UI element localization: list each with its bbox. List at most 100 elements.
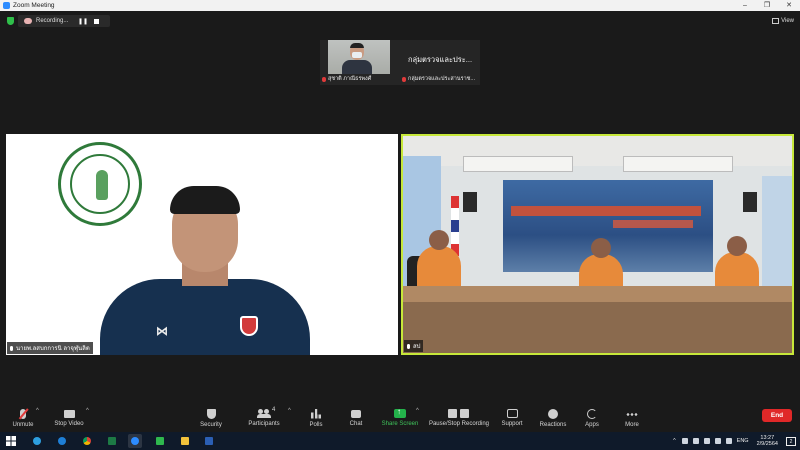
language-indicator[interactable]: ENG	[737, 438, 749, 444]
notification-center-icon[interactable]: 2	[786, 436, 796, 446]
speaker-shirt	[100, 279, 310, 355]
recording-icon	[24, 18, 32, 24]
participants-label: Participants	[248, 421, 280, 427]
end-meeting-button[interactable]: End	[762, 409, 792, 422]
word-icon[interactable]	[202, 434, 216, 448]
mic-off-icon	[20, 408, 26, 419]
pause-stop-icon	[448, 409, 470, 418]
seated-person-head	[429, 230, 449, 250]
mic-icon	[10, 345, 13, 351]
mic-icon	[407, 343, 410, 349]
unmute-button[interactable]: Unmute	[10, 404, 36, 432]
pause-stop-recording-label: Pause/Stop Recording	[428, 421, 490, 427]
support-icon	[506, 409, 518, 418]
grid-view-icon	[772, 18, 780, 24]
video-tile-right-active[interactable]: สป	[401, 134, 794, 355]
participants-button[interactable]: Participants	[246, 404, 282, 432]
participant-thumbnail[interactable]: กลุ่มตรวจและประ... กลุ่มตรวจและประสานราช…	[400, 40, 480, 85]
excel-icon[interactable]	[105, 434, 119, 448]
video-options-caret[interactable]: ^	[86, 408, 89, 414]
participant-display-title: กลุ่มตรวจและประ...	[407, 55, 473, 64]
wall-speaker	[463, 192, 477, 212]
chat-button[interactable]: Chat	[344, 404, 368, 432]
windows-start-icon[interactable]	[6, 436, 16, 446]
apps-label: Apps	[585, 421, 599, 428]
stop-recording-icon[interactable]	[94, 18, 100, 24]
room-window	[762, 176, 792, 286]
video-camera-icon	[63, 409, 75, 418]
window-titlebar: Zoom Meeting – ❐ ✕	[0, 0, 800, 11]
air-conditioner	[623, 156, 733, 172]
pause-stop-recording-button[interactable]: Pause/Stop Recording	[428, 404, 490, 432]
seated-person-head	[591, 238, 611, 258]
video-name: นายพ.ลสบกการนิ ลาจุฬุนลิต	[16, 346, 90, 352]
participants-icon	[257, 409, 271, 418]
banner-stripe	[511, 206, 701, 216]
video-tile-left[interactable]: ⋈ นายพ.ลสบกการนิ ลาจุฬุนลิต	[6, 134, 398, 355]
participant-name: สุชาติ ภาณีธรพงศ์	[328, 76, 372, 82]
minimize-button[interactable]: –	[734, 0, 756, 11]
audio-options-caret[interactable]: ^	[36, 408, 39, 414]
participant-name-label: กลุ่มตรวจและประสานราช...	[402, 75, 478, 83]
taskbar-clock[interactable]: 13:27 2/9/2564	[757, 435, 778, 448]
participant-name-label: สุชาติ ภาณีธรพงศ์	[322, 75, 398, 83]
support-button[interactable]: Support	[498, 404, 526, 432]
stop-video-label: Stop Video	[54, 420, 84, 427]
participant-hair	[350, 43, 364, 48]
polls-label: Polls	[309, 421, 323, 428]
participant-thumbnail[interactable]: สุชาติ ภาณีธรพงศ์	[320, 40, 400, 85]
zoom-taskbar-icon[interactable]	[128, 434, 142, 448]
reactions-smiley-icon	[548, 408, 558, 419]
shield-icon[interactable]	[7, 17, 14, 25]
close-button[interactable]: ✕	[778, 0, 800, 11]
security-button[interactable]: Security	[196, 404, 226, 432]
line-app-icon[interactable]	[153, 434, 167, 448]
edge-browser-icon[interactable]	[30, 434, 44, 448]
share-options-caret[interactable]: ^	[416, 408, 419, 414]
view-button[interactable]: View	[772, 16, 794, 26]
mic-muted-icon	[402, 76, 406, 82]
recording-indicator: Recording... ❚❚	[18, 15, 110, 27]
polls-button[interactable]: Polls	[304, 404, 328, 432]
more-dots-icon	[626, 412, 638, 416]
speaker-hair	[170, 186, 240, 214]
tray-app-icon[interactable]	[692, 438, 699, 444]
room-ceiling	[403, 136, 792, 166]
windows-taskbar: ^ ENG 13:27 2/9/2564 2	[0, 432, 800, 450]
pause-recording-icon[interactable]: ❚❚	[78, 18, 88, 25]
more-button[interactable]: More	[620, 404, 644, 432]
reactions-label: Reactions	[539, 421, 567, 428]
tray-expand-icon[interactable]: ^	[673, 438, 676, 444]
seated-person-head	[727, 236, 747, 256]
file-explorer-icon[interactable]	[178, 434, 192, 448]
reactions-button[interactable]: Reactions	[538, 404, 568, 432]
chrome-icon[interactable]	[80, 434, 94, 448]
view-button-label: View	[781, 18, 794, 24]
shirt-logo: ⋈	[156, 324, 168, 338]
wall-speaker	[743, 192, 757, 212]
network-icon[interactable]	[703, 438, 710, 444]
apps-button[interactable]: Apps	[580, 404, 604, 432]
participants-options-caret[interactable]: ^	[288, 408, 291, 414]
unmute-label: Unmute	[12, 421, 34, 428]
participant-video	[328, 40, 390, 74]
edge-legacy-icon[interactable]	[55, 434, 69, 448]
share-screen-button[interactable]: Share Screen	[381, 404, 419, 432]
maximize-button[interactable]: ❐	[756, 0, 778, 11]
tray-app-icon[interactable]	[681, 438, 688, 444]
chat-bubble-icon	[351, 409, 361, 418]
share-screen-label: Share Screen	[381, 421, 419, 427]
notification-count: 2	[789, 438, 793, 445]
participant-figure	[342, 60, 372, 74]
stop-video-button[interactable]: Stop Video	[52, 404, 86, 432]
thai-flag	[451, 196, 459, 256]
polls-icon	[311, 408, 321, 419]
battery-icon[interactable]	[725, 438, 732, 444]
face-mask	[352, 52, 362, 58]
mic-muted-icon	[322, 76, 326, 82]
window-title: Zoom Meeting	[13, 2, 55, 9]
participant-name: กลุ่มตรวจและประสานราช...	[408, 76, 475, 82]
volume-icon[interactable]	[714, 438, 721, 444]
clock-date: 2/9/2564	[756, 441, 778, 447]
meeting-toolbar: Unmute ^ Stop Video ^ Security Participa…	[0, 404, 800, 432]
